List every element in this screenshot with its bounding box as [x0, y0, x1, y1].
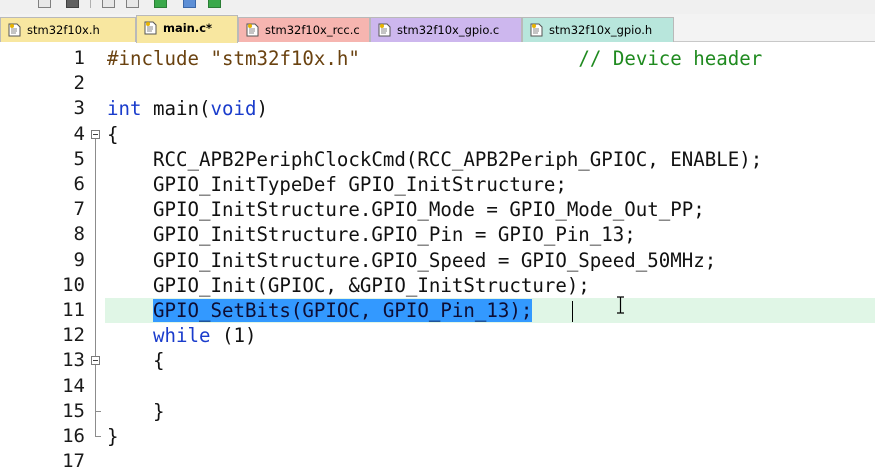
- download-icon[interactable]: [154, 0, 167, 8]
- file-icon: [530, 23, 543, 37]
- configure-target-icon[interactable]: [66, 0, 79, 8]
- code-line[interactable]: }: [107, 399, 165, 424]
- code-token: // Device header: [578, 47, 763, 70]
- file-tab[interactable]: main.c*: [136, 15, 238, 43]
- code-line[interactable]: GPIO_InitStructure.GPIO_Pin = GPIO_Pin_1…: [107, 222, 636, 247]
- code-line[interactable]: }: [107, 424, 119, 449]
- checklist-icon[interactable]: [208, 0, 221, 8]
- copy-icon[interactable]: [102, 0, 115, 8]
- code-token: while: [152, 324, 211, 348]
- code-line[interactable]: while (1): [107, 323, 256, 348]
- code-line[interactable]: #include "stm32f10x.h" // Device header: [107, 46, 762, 71]
- line-number: 7: [73, 198, 85, 221]
- code-line[interactable]: GPIO_Init(GPIOC, &GPIO_InitStructure);: [107, 273, 590, 298]
- code-line[interactable]: RCC_APB2PeriphClockCmd(RCC_APB2Periph_GP…: [107, 147, 762, 172]
- file-tab[interactable]: stm32f10x_rcc.c: [238, 17, 370, 42]
- line-number: 5: [73, 147, 85, 170]
- code-line[interactable]: int main(void): [107, 96, 268, 121]
- line-number: 11: [62, 299, 85, 321]
- code-token: int: [107, 97, 142, 121]
- fold-end-marker: [95, 436, 101, 437]
- line-number: 10: [62, 273, 85, 296]
- line-number: 14: [62, 374, 85, 397]
- file-icon: [378, 23, 391, 37]
- code-token: RCC_APB2PeriphClockCmd(RCC_APB2Periph_GP…: [107, 147, 763, 171]
- ibeam-cursor-icon: [617, 296, 624, 314]
- file-icon: [8, 23, 21, 37]
- fold-end-marker: [95, 410, 101, 412]
- file-icon: [144, 21, 157, 35]
- code-token: GPIO_InitStructure.GPIO_Speed = GPIO_Spe…: [107, 248, 717, 272]
- file-tab[interactable]: stm32f10x_gpio.c: [370, 17, 522, 42]
- file-tab-bar: stm32f10x.h main.c* stm32f10x_rcc.c stm32f1…: [0, 14, 875, 43]
- code-line[interactable]: {: [107, 122, 119, 147]
- line-number: 3: [73, 97, 85, 120]
- file-tab[interactable]: stm32f10x_gpio.h: [522, 17, 674, 42]
- code-token: {: [107, 122, 119, 146]
- code-token: GPIO_Init(GPIOC, &GPIO_InitStructure);: [107, 273, 590, 297]
- line-number: 17: [62, 450, 85, 473]
- code-token: GPIO_InitTypeDef GPIO_InitStructure;: [107, 173, 567, 196]
- code-token: (1): [210, 324, 257, 348]
- file-tab-label: stm32f10x_rcc.c: [265, 23, 360, 37]
- line-number: 4: [73, 122, 85, 145]
- code-token: ): [256, 97, 268, 121]
- line-number: 9: [73, 248, 85, 271]
- code-line[interactable]: GPIO_InitTypeDef GPIO_InitStructure;: [107, 172, 567, 197]
- file-tab-label: stm32f10x.h: [27, 23, 100, 37]
- code-line[interactable]: GPIO_InitStructure.GPIO_Mode = GPIO_Mode…: [107, 197, 705, 222]
- line-number: 8: [73, 223, 85, 246]
- line-number: 1: [73, 47, 85, 69]
- paste-icon[interactable]: [126, 0, 139, 8]
- code-token: }: [107, 399, 165, 423]
- text-caret: [572, 301, 573, 322]
- file-tab[interactable]: stm32f10x.h: [0, 17, 136, 42]
- code-token: GPIO_InitStructure.GPIO_Mode = GPIO_Mode…: [107, 198, 705, 222]
- line-number: 6: [73, 173, 85, 195]
- line-number: 16: [62, 425, 85, 447]
- code-token: main(: [141, 97, 211, 121]
- line-number: 2: [73, 72, 85, 95]
- toolbar-dropdown-icon[interactable]: [38, 0, 51, 8]
- toolbar: [0, 0, 875, 14]
- filter-icon[interactable]: [183, 0, 196, 8]
- toolbar-separator: [90, 0, 91, 8]
- fold-toggle-icon[interactable]: [91, 129, 100, 139]
- code-line[interactable]: GPIO_SetBits(GPIOC, GPIO_Pin_13);: [107, 298, 533, 323]
- selected-text: GPIO_SetBits(GPIOC, GPIO_Pin_13);: [152, 299, 533, 322]
- code-line[interactable]: {: [107, 348, 165, 373]
- file-tab-label: main.c*: [163, 21, 213, 35]
- code-line[interactable]: GPIO_InitStructure.GPIO_Speed = GPIO_Spe…: [107, 248, 716, 273]
- fold-guide: [95, 365, 96, 411]
- code-token: GPIO_InitStructure.GPIO_Pin = GPIO_Pin_1…: [107, 223, 636, 247]
- code-token: {: [107, 349, 165, 373]
- code-token: "stm32f10x.h": [210, 47, 360, 70]
- code-token: }: [107, 425, 119, 448]
- file-icon: [246, 23, 259, 37]
- file-tab-label: stm32f10x_gpio.c: [397, 23, 500, 37]
- file-tab-label: stm32f10x_gpio.h: [549, 23, 653, 37]
- code-token: #include: [107, 47, 211, 70]
- line-number: 12: [62, 324, 85, 347]
- fold-toggle-icon[interactable]: [91, 356, 100, 366]
- code-token: void: [210, 97, 257, 121]
- line-number: 15: [62, 399, 85, 422]
- line-number: 13: [62, 349, 85, 372]
